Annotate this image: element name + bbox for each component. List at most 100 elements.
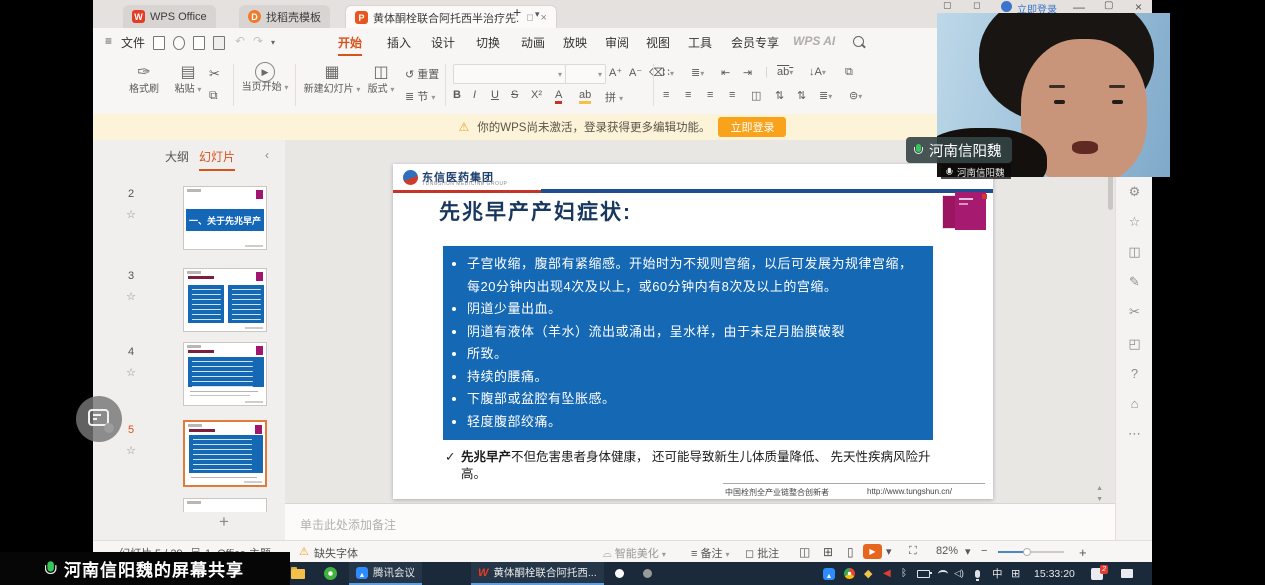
indent-button[interactable]: ⇥	[743, 66, 752, 79]
menu-member[interactable]: 会员专享	[731, 34, 779, 51]
menu-view[interactable]: 视图	[646, 34, 670, 51]
clock[interactable]: 15:33:20	[1034, 562, 1075, 585]
slide-sorter-icon[interactable]: ⊞	[823, 545, 833, 559]
clip-tools-icon[interactable]: ✂	[1116, 304, 1152, 320]
line-spacing-up-button[interactable]: ⇅	[775, 89, 784, 102]
shapes-icon[interactable]: ◫	[1116, 244, 1152, 260]
zoom-level[interactable]: 82%	[936, 545, 958, 557]
symptoms-text-box[interactable]: 子宫收缩，腹部有紧缩感。开始时为不规则宫缩，以后可发展为规律宫缩，每20分钟内出…	[443, 246, 933, 440]
font-family-select[interactable]: ▾	[453, 64, 566, 84]
italic-button[interactable]: I	[473, 89, 476, 101]
bullet-list-button[interactable]: ∷▾	[663, 66, 674, 79]
tab-list-caret[interactable]: ▾	[535, 9, 540, 20]
object-properties-icon[interactable]: ⚙	[1116, 184, 1152, 200]
font-size-select[interactable]: ▾	[565, 64, 606, 84]
wps-app-task[interactable]: W 黄体酮栓联合阿托西...	[471, 562, 604, 585]
menu-insert[interactable]: 插入	[387, 34, 411, 51]
volume-icon[interactable]: ◁)	[954, 562, 964, 585]
menu-transition[interactable]: 切换	[476, 34, 500, 51]
bold-button[interactable]: B	[453, 89, 461, 101]
menu-slideshow[interactable]: 放映	[563, 34, 587, 51]
tab-wps-home[interactable]: W WPS Office	[123, 5, 216, 28]
zoom-in-button[interactable]: +	[1079, 545, 1087, 560]
indicator-dot-inactive[interactable]	[643, 569, 652, 578]
redo-icon[interactable]: ↷	[253, 34, 263, 48]
add-slide-button[interactable]: +	[219, 512, 229, 532]
favorites-icon[interactable]: ☆	[1116, 214, 1152, 230]
slide-3-star-icon[interactable]: ☆	[123, 290, 139, 303]
battery-icon[interactable]	[917, 562, 930, 585]
menu-tools[interactable]: 工具	[688, 34, 712, 51]
strikethrough-button[interactable]: S	[511, 89, 518, 101]
justify-button[interactable]: ≡	[729, 89, 735, 101]
tray-browser-icon[interactable]	[844, 562, 855, 585]
notes-pane[interactable]: 单击此处添加备注	[285, 503, 1115, 541]
help-icon[interactable]: ?	[1116, 366, 1152, 381]
zoom-caret[interactable]: ▾	[965, 545, 971, 558]
align-left-button[interactable]: ≡	[663, 89, 669, 101]
font-color-button[interactable]: A	[555, 89, 562, 104]
format-painter-button[interactable]: ✑ 格式刷	[123, 62, 165, 96]
align-center-button[interactable]: ≡	[685, 89, 691, 101]
browser-button[interactable]	[324, 562, 337, 585]
touch-keyboard-icon[interactable]: ⊞	[1011, 562, 1020, 585]
slide-canvas[interactable]: 东信医药集团 TUNGSHUN MEDICINE GROUP 先兆早产产妇症状:…	[393, 164, 993, 499]
outdent-button[interactable]: ⇤	[721, 66, 730, 79]
layout-switch-icon[interactable]: ▢	[943, 0, 952, 11]
undo-icon[interactable]: ↶	[235, 34, 245, 48]
tray-mic-icon[interactable]	[975, 562, 980, 585]
skin-icon[interactable]: ⌂	[1116, 396, 1152, 411]
superscript-button[interactable]: X²	[531, 89, 542, 101]
distribute-button[interactable]: ◫	[751, 89, 761, 102]
play-from-current-button[interactable]: ▶ 当页开始 ▾	[241, 62, 289, 94]
login-now-button[interactable]: 立即登录	[718, 117, 786, 137]
minimize-button[interactable]: —	[1073, 0, 1085, 14]
notification-center-button[interactable]: 2	[1091, 562, 1103, 585]
account-avatar[interactable]	[1001, 1, 1012, 12]
action-center-icon[interactable]	[1121, 562, 1133, 585]
new-slide-button[interactable]: ▦ 新建幻灯片 ▾	[303, 62, 361, 96]
comment-bubble-icon[interactable]: ◻	[526, 12, 533, 23]
menu-review[interactable]: 审阅	[605, 34, 629, 51]
copy-icon[interactable]: ⧉	[209, 88, 218, 103]
print-preview-icon[interactable]	[213, 36, 225, 50]
slide-5-thumbnail-selected[interactable]	[183, 420, 267, 487]
numbered-list-button[interactable]: ≣▾	[691, 66, 704, 79]
search-icon[interactable]	[853, 36, 864, 47]
floating-chat-button[interactable]	[76, 396, 122, 442]
image-search-icon[interactable]: ◰	[1116, 336, 1152, 352]
indicator-dot-active[interactable]	[615, 569, 624, 578]
cut-icon[interactable]: ✂	[209, 66, 220, 82]
restore-button[interactable]: ▢	[1104, 0, 1113, 11]
save-icon[interactable]	[153, 36, 165, 50]
ime-indicator[interactable]: 中	[992, 562, 1003, 585]
tray-red-app-icon[interactable]: ◀	[883, 562, 891, 585]
comment-button[interactable]: ◻ 批注	[745, 545, 779, 561]
missing-font-label[interactable]: 缺失字体	[314, 545, 358, 561]
reset-button[interactable]: ↺ 重置	[405, 66, 439, 82]
slide-6-thumbnail-partial[interactable]	[183, 498, 267, 512]
slide-3-thumbnail[interactable]	[183, 268, 267, 332]
text-direction-button[interactable]: ⧉	[845, 66, 853, 79]
menu-home[interactable]: 开始	[338, 34, 362, 56]
quickbar-caret[interactable]: ▾	[271, 38, 275, 47]
close-tab-icon[interactable]: ×	[541, 12, 547, 24]
notes-button[interactable]: ≡ 备注 ▾	[691, 545, 730, 561]
slide-4-star-icon[interactable]: ☆	[123, 366, 139, 379]
next-slide-button[interactable]: ▼	[1096, 496, 1103, 503]
tab-slides[interactable]: 幻灯片	[199, 148, 235, 171]
sort-button[interactable]: ↓A▾	[809, 66, 826, 78]
meeting-app-task[interactable]: ▲ 腾讯会议	[349, 562, 422, 585]
tray-gold-app-icon[interactable]: ◆	[864, 562, 872, 585]
slide-2-star-icon[interactable]: ☆	[123, 208, 139, 221]
slide-5-star-icon[interactable]: ☆	[123, 444, 139, 457]
layout-button[interactable]: ◫ 版式 ▾	[363, 62, 399, 96]
wps-ai-button[interactable]: WPS AI	[793, 34, 835, 48]
zoom-out-button[interactable]: −	[981, 545, 987, 557]
zoom-slider-handle[interactable]	[1023, 548, 1031, 556]
menu-animation[interactable]: 动画	[521, 34, 545, 51]
line-spacing-down-button[interactable]: ⇅	[797, 89, 806, 102]
tab-document[interactable]: P 黄体酮栓联合阿托西半治疗先. ◻ ×	[345, 5, 557, 29]
bluetooth-icon[interactable]: ᛒ	[901, 562, 907, 585]
decrease-font-icon[interactable]: A⁻	[629, 66, 642, 79]
